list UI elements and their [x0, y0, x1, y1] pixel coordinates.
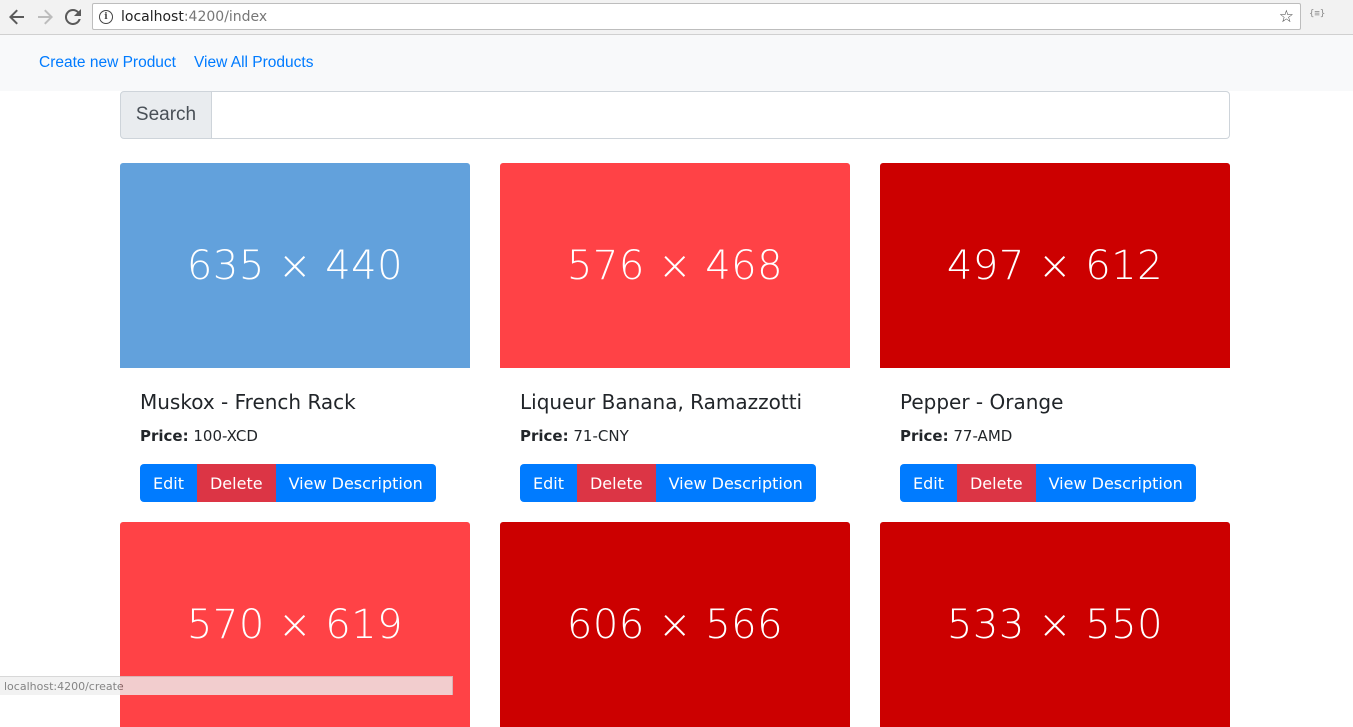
edit-button[interactable]: Edit — [140, 464, 197, 502]
price-value: 100-XCD — [193, 427, 258, 445]
price-value: 77-AMD — [953, 427, 1013, 445]
product-card: 497 × 612 Pepper - Orange Price: 77-AMD … — [880, 163, 1230, 502]
product-card: 533 × 550 — [880, 522, 1230, 727]
info-icon[interactable]: i — [99, 9, 113, 24]
product-image: 497 × 612 — [880, 163, 1230, 368]
edit-button[interactable]: Edit — [900, 464, 957, 502]
view-description-button[interactable]: View Description — [655, 464, 816, 502]
product-image: 576 × 468 — [500, 163, 850, 368]
url-path: :4200/index — [183, 8, 268, 25]
view-description-button[interactable]: View Description — [1035, 464, 1196, 502]
product-image: 570 × 619 — [120, 522, 470, 727]
product-image: 533 × 550 — [880, 522, 1230, 727]
address-bar[interactable]: i localhost:4200/index ☆ — [92, 3, 1301, 30]
browser-status-bar: localhost:4200/create — [0, 676, 453, 695]
product-name: Muskox - French Rack — [140, 390, 356, 414]
product-price: Price: 77-AMD — [900, 427, 1012, 445]
product-card: 570 × 619 — [120, 522, 470, 727]
product-card: 635 × 440 Muskox - French Rack Price: 10… — [120, 163, 470, 502]
product-name: Pepper - Orange — [900, 390, 1064, 414]
card-actions: Edit Delete View Description — [140, 464, 436, 502]
search-group: Search — [120, 91, 1230, 139]
product-price: Price: 71-CNY — [520, 427, 629, 445]
star-icon[interactable]: ☆ — [1279, 7, 1294, 27]
product-image: 606 × 566 — [500, 522, 850, 727]
extension-icon[interactable]: {≡} — [1309, 9, 1325, 19]
view-all-products-link[interactable]: View All Products — [194, 54, 313, 72]
forward-icon[interactable] — [33, 5, 57, 29]
edit-button[interactable]: Edit — [520, 464, 577, 502]
search-label: Search — [120, 91, 212, 139]
product-card: 606 × 566 — [500, 522, 850, 727]
view-description-button[interactable]: View Description — [275, 464, 436, 502]
product-card: 576 × 468 Liqueur Banana, Ramazzotti Pri… — [500, 163, 850, 502]
reload-icon[interactable] — [61, 5, 85, 29]
product-image: 635 × 440 — [120, 163, 470, 368]
price-label: Price: — [140, 427, 189, 445]
url-text: localhost:4200/index — [121, 9, 267, 25]
browser-toolbar: i localhost:4200/index ☆ {≡} — [0, 0, 1353, 35]
back-icon[interactable] — [5, 5, 29, 29]
delete-button[interactable]: Delete — [956, 464, 1036, 502]
search-input[interactable] — [212, 91, 1230, 139]
price-value: 71-CNY — [573, 427, 629, 445]
product-name: Liqueur Banana, Ramazzotti — [520, 390, 803, 414]
price-label: Price: — [900, 427, 949, 445]
card-actions: Edit Delete View Description — [520, 464, 816, 502]
delete-button[interactable]: Delete — [576, 464, 656, 502]
product-price: Price: 100-XCD — [140, 427, 258, 445]
card-actions: Edit Delete View Description — [900, 464, 1196, 502]
url-host: localhost — [121, 8, 184, 25]
price-label: Price: — [520, 427, 569, 445]
create-product-link[interactable]: Create new Product — [39, 54, 176, 72]
delete-button[interactable]: Delete — [196, 464, 276, 502]
app-navbar: Create new Product View All Products — [0, 35, 1353, 91]
